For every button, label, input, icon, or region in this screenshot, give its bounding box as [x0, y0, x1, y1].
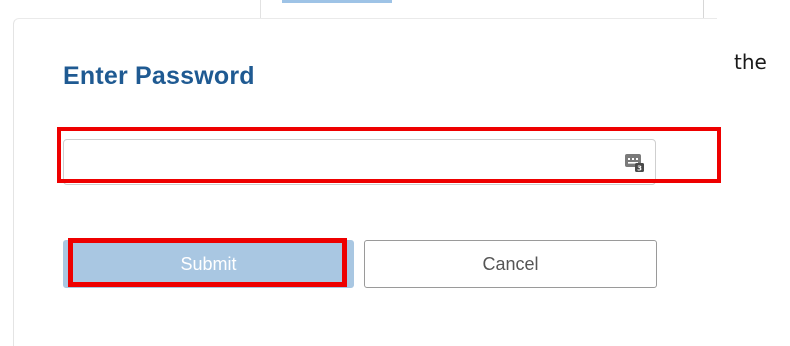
document-fragment-text: the [734, 50, 767, 74]
dialog-title: Enter Password [63, 62, 255, 90]
password-field[interactable]: 3 [63, 139, 656, 185]
previous-dialog-accent [282, 0, 392, 3]
password-input[interactable] [70, 144, 622, 180]
password-keypad-icon[interactable]: 3 [625, 154, 644, 172]
cancel-button[interactable]: Cancel [364, 240, 657, 288]
svg-text:3: 3 [637, 165, 642, 173]
submit-button[interactable]: Submit [63, 240, 354, 288]
screenshot-stage: Enter Password the 3 Submit Cancel [0, 0, 790, 346]
